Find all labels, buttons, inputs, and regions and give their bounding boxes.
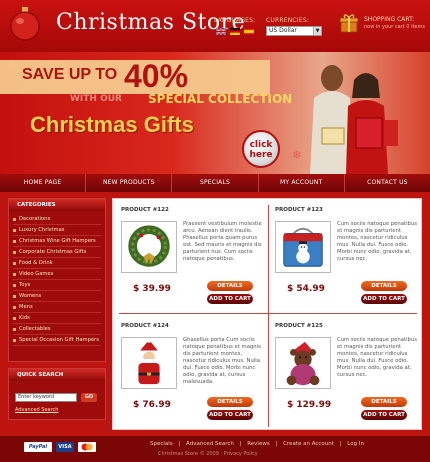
search-input[interactable]: Enter keyword bbox=[15, 393, 77, 402]
footer-link-create-account[interactable]: Create an Account bbox=[283, 441, 334, 447]
category-link[interactable]: Mens bbox=[13, 302, 101, 313]
flag-uk-icon[interactable] bbox=[216, 28, 226, 35]
ornament-logo-icon bbox=[10, 7, 40, 41]
product-image[interactable] bbox=[121, 337, 177, 389]
product-title[interactable]: PRODUCT #122 bbox=[121, 207, 169, 213]
product-price: $ 129.99 bbox=[287, 400, 332, 410]
product-title[interactable]: PRODUCT #123 bbox=[275, 207, 323, 213]
product-price: $ 39.99 bbox=[133, 284, 171, 294]
click-here-button[interactable]: click here bbox=[242, 130, 280, 168]
footer-separator: | bbox=[275, 441, 278, 447]
category-link[interactable]: Womens bbox=[13, 291, 101, 302]
product-image[interactable] bbox=[121, 221, 177, 273]
add-to-cart-button[interactable]: ADD TO CART bbox=[207, 294, 253, 304]
categories-list: Decorations Luxury Christmas Christmas W… bbox=[9, 211, 105, 349]
visa-icon: VISA bbox=[56, 442, 74, 452]
banner-special-collection: SPECIAL COLLECTION bbox=[148, 92, 293, 106]
details-button[interactable]: DETAILS bbox=[207, 397, 253, 407]
product-description: Cum sociis natoque penatibus et magnis d… bbox=[337, 337, 418, 378]
currencies-label: CURRENCIES: bbox=[266, 17, 309, 24]
details-button[interactable]: DETAILS bbox=[361, 397, 407, 407]
santa-figurine-icon bbox=[138, 338, 160, 385]
category-link[interactable]: Toys bbox=[13, 280, 101, 291]
banner-percent: 40% bbox=[124, 58, 189, 94]
flag-germany-icon[interactable] bbox=[230, 28, 240, 35]
category-link[interactable]: Decorations bbox=[13, 214, 101, 225]
languages-label: LANGUAGES: bbox=[214, 17, 256, 24]
mastercard-icon bbox=[78, 442, 96, 452]
nav-new-products[interactable]: NEW PRODUCTS bbox=[86, 174, 173, 192]
category-link[interactable]: Christmas Wine Gift Hampers bbox=[13, 236, 101, 247]
add-to-cart-button[interactable]: ADD TO CART bbox=[207, 410, 253, 420]
teddy-bear-icon bbox=[286, 341, 320, 386]
footer-link-advanced-search[interactable]: Advanced Search bbox=[186, 441, 234, 447]
footer-separator: | bbox=[178, 441, 181, 447]
nav-contact-us[interactable]: CONTACT US bbox=[345, 174, 430, 192]
banner-with-our: WITH OUR bbox=[70, 94, 122, 104]
copyright: Christmas Store © 2009 · Privacy Policy bbox=[158, 451, 258, 457]
nav-home[interactable]: HOME PAGE bbox=[0, 174, 87, 192]
category-link[interactable]: Kids bbox=[13, 313, 101, 324]
footer-separator: | bbox=[239, 441, 242, 447]
product-price: $ 76.99 bbox=[133, 400, 171, 410]
category-link[interactable]: Luxury Christmas bbox=[13, 225, 101, 236]
categories-box: CATEGORIES Decorations Luxury Christmas … bbox=[8, 198, 106, 362]
footer-separator: | bbox=[339, 441, 342, 447]
snowman-lunchbox-icon bbox=[283, 227, 323, 267]
product-description: Ghasellus porta Cum sociis natoque penat… bbox=[183, 337, 261, 385]
product-card: PRODUCT #122 Praesent vestibulum molesti… bbox=[117, 203, 267, 313]
footer-links: Specials | Advanced Search | Reviews | C… bbox=[150, 441, 368, 447]
shopping-cart-label[interactable]: SHOPPING CART: bbox=[364, 16, 414, 23]
banner-save-text: SAVE UP TO bbox=[22, 66, 118, 83]
category-link[interactable]: Corporate Christmas Gifts bbox=[13, 247, 101, 258]
paypal-icon: PayPal bbox=[24, 442, 52, 452]
product-title[interactable]: PRODUCT #125 bbox=[275, 323, 323, 329]
category-link[interactable]: Video Games bbox=[13, 269, 101, 280]
divider bbox=[268, 205, 269, 427]
product-image[interactable] bbox=[275, 221, 331, 273]
product-card: PRODUCT #123 Cum sociis natoque penatibu… bbox=[271, 203, 421, 313]
main-nav: HOME PAGE NEW PRODUCTS SPECIALS MY ACCOU… bbox=[0, 174, 430, 192]
footer-link-specials[interactable]: Specials bbox=[150, 441, 173, 447]
product-title[interactable]: PRODUCT #124 bbox=[121, 323, 169, 329]
category-link[interactable]: Special Occasion Gift Hampers bbox=[13, 335, 101, 346]
gift-box-cart-icon[interactable] bbox=[338, 12, 360, 34]
footer: PayPal VISA Specials | Advanced Search |… bbox=[0, 436, 430, 462]
footer-link-reviews[interactable]: Reviews bbox=[247, 441, 270, 447]
product-image[interactable] bbox=[275, 337, 331, 389]
details-button[interactable]: DETAILS bbox=[361, 281, 407, 291]
product-card: PRODUCT #125 Cum sociis natoque penatibu… bbox=[271, 319, 421, 429]
currency-select[interactable]: US Dollar ▼ bbox=[266, 26, 322, 36]
wreath-icon bbox=[128, 225, 170, 267]
category-link[interactable]: Collectables bbox=[13, 324, 101, 335]
quick-search-box: QUICK SEARCH Enter keyword GO Advanced S… bbox=[8, 368, 106, 420]
promo-banner[interactable]: ❄ ❄ ❄ ❄ ❄ SAVE UP TO 40% WITH OUR SPECIA… bbox=[0, 52, 430, 174]
flag-spain-icon[interactable] bbox=[244, 28, 254, 35]
chevron-down-icon: ▼ bbox=[313, 27, 321, 35]
product-card: PRODUCT #124 Ghasellus porta Cum sociis … bbox=[117, 319, 267, 429]
search-go-button[interactable]: GO bbox=[81, 393, 97, 402]
product-grid: PRODUCT #122 Praesent vestibulum molesti… bbox=[112, 198, 422, 430]
advanced-search-link[interactable]: Advanced Search bbox=[15, 407, 58, 413]
add-to-cart-button[interactable]: ADD TO CART bbox=[361, 294, 407, 304]
product-price: $ 54.99 bbox=[287, 284, 325, 294]
add-to-cart-button[interactable]: ADD TO CART bbox=[361, 410, 407, 420]
details-button[interactable]: DETAILS bbox=[207, 281, 253, 291]
currency-value: US Dollar bbox=[269, 27, 297, 34]
product-description: Cum sociis natoque penatibus et magnis d… bbox=[337, 221, 418, 262]
nav-my-account[interactable]: MY ACCOUNT bbox=[259, 174, 345, 192]
banner-gifts-title: Christmas Gifts bbox=[30, 112, 194, 137]
sidebar: CATEGORIES Decorations Luxury Christmas … bbox=[8, 198, 106, 430]
footer-link-login[interactable]: Log In bbox=[347, 441, 364, 447]
product-description: Praesent vestibulum molestie arcu. Aenea… bbox=[183, 221, 262, 262]
quick-search-title: QUICK SEARCH bbox=[9, 369, 105, 381]
header: Christmas Store LANGUAGES: CURRENCIES: U… bbox=[0, 0, 430, 52]
categories-title: CATEGORIES bbox=[9, 199, 105, 211]
couple-with-gifts-image bbox=[310, 65, 398, 174]
cart-summary[interactable]: now in your cart 0 items bbox=[364, 24, 425, 30]
nav-specials[interactable]: SPECIALS bbox=[172, 174, 259, 192]
category-link[interactable]: Food & Drink bbox=[13, 258, 101, 269]
